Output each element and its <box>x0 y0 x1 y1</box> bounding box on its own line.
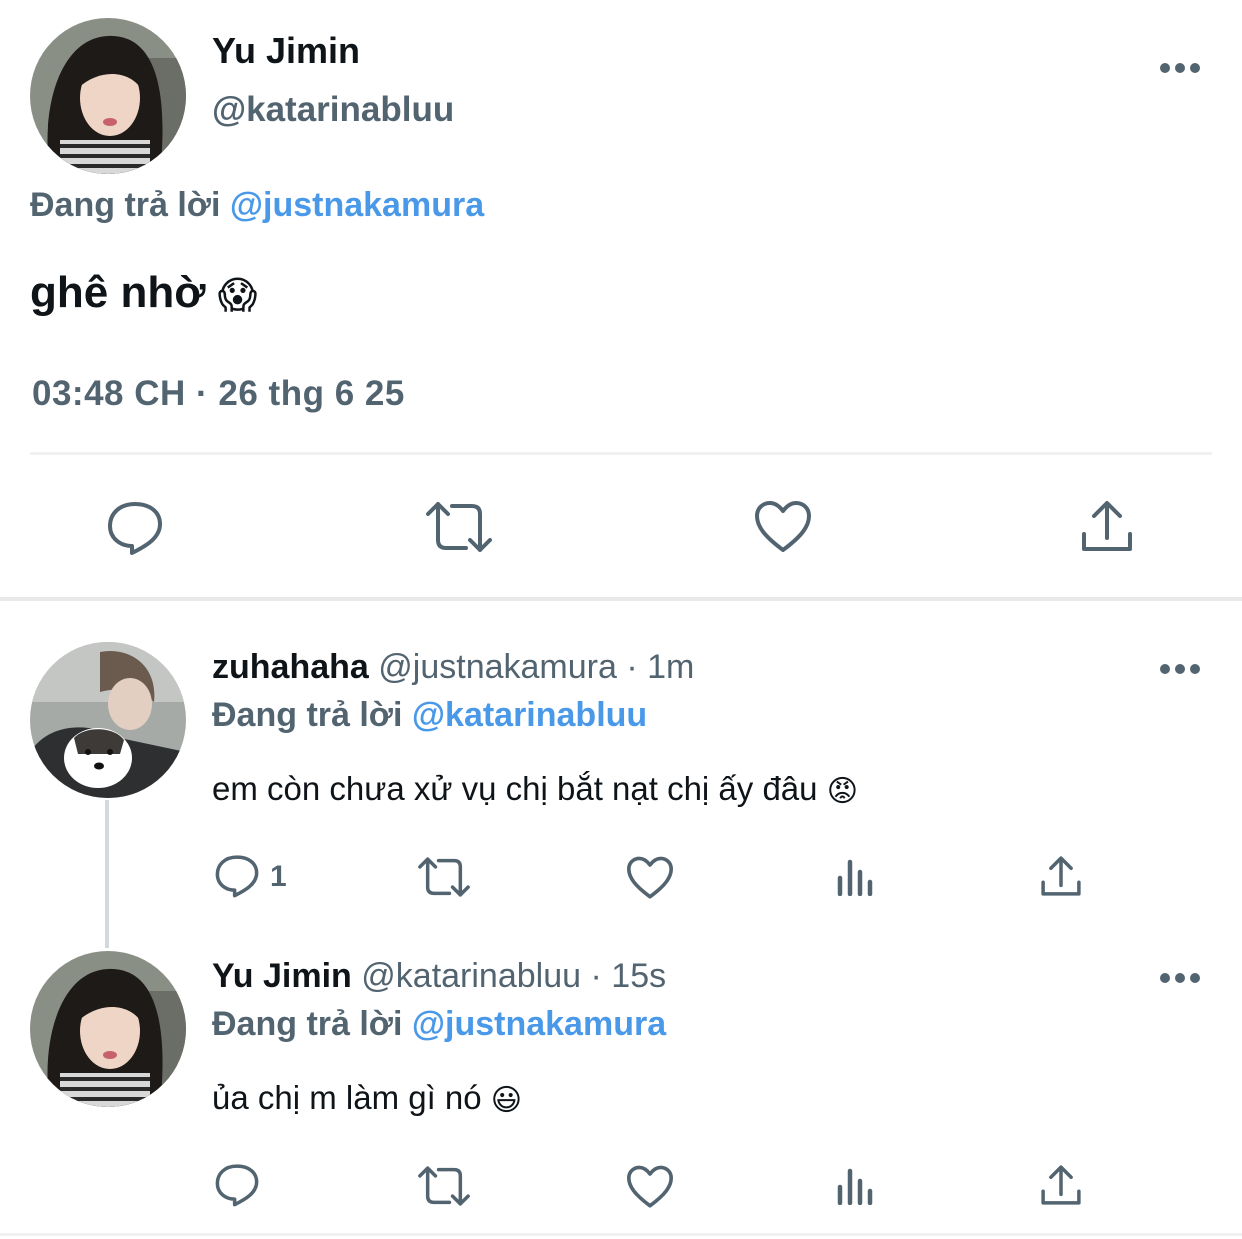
separator-dot: · <box>590 957 602 995</box>
reply-count: 1 <box>270 860 287 893</box>
reply-more-options-icon[interactable] <box>1160 664 1200 676</box>
angry-face-emoji: 😡 <box>826 774 858 808</box>
section-divider <box>0 597 1242 601</box>
reply-more-options-icon[interactable] <box>1160 973 1200 985</box>
reply-time[interactable]: 1m <box>647 648 694 686</box>
replying-prefix: Đang trả lời <box>212 696 403 734</box>
main-more-options-icon[interactable] <box>1160 63 1200 75</box>
reply-replying-to: Đang trả lời @justnakamura <box>212 1005 666 1044</box>
replying-mention-link[interactable]: @justnakamura <box>412 1005 666 1043</box>
grinning-face-emoji: 😃 <box>490 1083 523 1117</box>
share-icon[interactable] <box>1080 498 1134 554</box>
share-icon[interactable] <box>1040 1163 1082 1207</box>
reply-author-name[interactable]: Yu Jimin <box>212 957 352 995</box>
reply-header: zuhahaha @justnakamura · 1m <box>212 648 694 687</box>
reply-author-handle[interactable]: @justnakamura <box>378 648 617 686</box>
reply-text: ủa chị m làm gì nó 😃 <box>212 1079 522 1118</box>
main-replying-to: Đang trả lời @justnakamura <box>30 186 484 225</box>
replying-mention-link[interactable]: @katarinabluu <box>412 696 647 734</box>
replying-prefix: Đang trả lời <box>30 186 221 224</box>
reply-author-avatar[interactable] <box>30 642 186 798</box>
main-tweet-text: ghê nhờ 😱 <box>30 268 257 318</box>
like-icon[interactable] <box>626 856 674 900</box>
retweet-icon[interactable] <box>416 1165 472 1207</box>
reply-replying-to: Đang trả lời @katarinabluu <box>212 696 647 735</box>
reply-icon[interactable] <box>214 854 260 898</box>
reply-icon[interactable] <box>214 1163 260 1207</box>
reply-author-handle[interactable]: @katarinabluu <box>361 957 581 995</box>
reply-icon[interactable] <box>106 500 164 556</box>
replying-mention-link[interactable]: @justnakamura <box>230 186 484 224</box>
like-icon[interactable] <box>754 500 812 554</box>
tweet-text: em còn chưa xử vụ chị bắt nạt chị ấy đâu <box>212 770 818 807</box>
face-screaming-emoji: 😱 <box>217 274 258 317</box>
main-author-name[interactable]: Yu Jimin <box>212 30 360 72</box>
retweet-icon[interactable] <box>416 856 472 898</box>
reply-author-avatar[interactable] <box>30 951 186 1107</box>
views-icon[interactable] <box>836 856 876 896</box>
main-author-handle[interactable]: @katarinabluu <box>212 90 454 130</box>
reply-header: Yu Jimin @katarinabluu · 15s <box>212 957 666 996</box>
reply-text: em còn chưa xử vụ chị bắt nạt chị ấy đâu… <box>212 770 858 809</box>
tweet-text: ghê nhờ <box>30 268 206 317</box>
reply-time[interactable]: 15s <box>611 957 666 995</box>
like-icon[interactable] <box>626 1165 674 1209</box>
share-icon[interactable] <box>1040 854 1082 898</box>
main-timestamp[interactable]: 03:48 CH · 26 thg 6 25 <box>32 374 405 414</box>
separator-dot: · <box>626 648 638 686</box>
bottom-divider <box>0 1233 1242 1236</box>
replying-prefix: Đang trả lời <box>212 1005 403 1043</box>
thread-connector-line <box>105 800 109 948</box>
views-icon[interactable] <box>836 1165 876 1205</box>
main-author-avatar[interactable] <box>30 18 186 174</box>
reply-author-name[interactable]: zuhahaha <box>212 648 369 686</box>
divider <box>30 452 1212 455</box>
retweet-icon[interactable] <box>424 500 494 554</box>
tweet-text: ủa chị m làm gì nó <box>212 1079 482 1116</box>
